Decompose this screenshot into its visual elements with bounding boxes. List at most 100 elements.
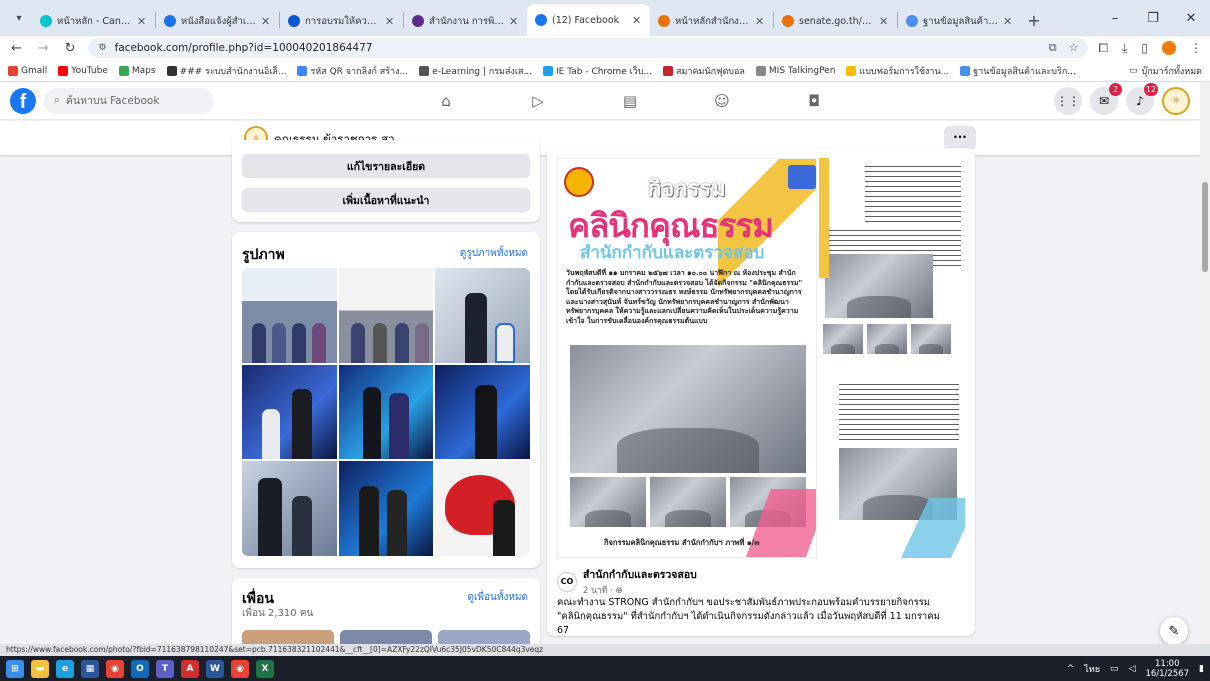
photo-thumbnail[interactable] — [338, 364, 434, 460]
bookmark-favicon-icon — [755, 65, 766, 76]
browser-tab[interactable]: หน้าหลักสำนักงาน ✕ — [650, 6, 773, 36]
browser-tab[interactable]: หน้าหลัก - Canva ✕ — [32, 6, 155, 36]
new-tab-button[interactable]: + — [1021, 6, 1047, 34]
windows-start-icon[interactable]: ⊞ — [6, 659, 24, 678]
menu-grid-icon[interactable]: ⋮⋮ — [1054, 86, 1082, 115]
chrome-2-icon[interactable]: ◉ — [231, 659, 249, 678]
network-icon[interactable]: ▭ — [1110, 664, 1119, 674]
groups-icon[interactable]: ☺ — [676, 82, 768, 120]
browser-tab[interactable]: หนังสือแจ้งผู้สำเร็จ ✕ — [156, 6, 279, 36]
bookmark-item[interactable]: สมาคมนักฟุตบอล — [663, 64, 745, 78]
download-icon[interactable]: ⤓ — [1122, 41, 1127, 56]
file-explorer-icon[interactable]: ▬ — [31, 659, 49, 678]
friend-thumbnail[interactable] — [340, 630, 432, 644]
address-bar[interactable]: ⚙ facebook.com/profile.php?id=1000402018… — [88, 38, 1089, 58]
bookmark-item[interactable]: Maps — [118, 65, 156, 76]
sidepanel-icon[interactable]: ▯ — [1141, 41, 1148, 55]
compose-edit-icon[interactable]: ✎ — [1160, 617, 1188, 645]
banner-body: วันพฤหัสบดีที่ ๑๑ มกราคม ๒๕๖๗ เวลา ๑๐.๐๐… — [566, 269, 803, 325]
account-avatar[interactable]: ☼ — [1162, 86, 1190, 115]
store-icon[interactable]: ▦ — [81, 659, 99, 678]
bookmark-item[interactable]: MIS TalkingPen — [755, 65, 835, 76]
facebook-logo-icon[interactable]: f — [10, 87, 36, 114]
photo-thumbnail[interactable] — [435, 268, 530, 363]
bookmark-item[interactable]: IE Tab - Chrome เว็บ... — [543, 64, 652, 78]
chrome-profile-avatar[interactable] — [1162, 41, 1177, 55]
facebook-search-input[interactable]: ⌕ ค้นหาบน Facebook — [44, 87, 214, 114]
photo-thumbnail[interactable] — [242, 268, 337, 363]
clock[interactable]: 11:00 16/1/2567 — [1145, 659, 1189, 679]
page-scrollbar[interactable] — [1200, 82, 1210, 644]
add-featured-button[interactable]: เพิ่มเนื้อหาที่แนะนำ — [242, 188, 530, 212]
edge-icon[interactable]: e — [56, 659, 74, 678]
post-image-side[interactable] — [819, 158, 965, 558]
tray-chevron-icon[interactable]: ^ — [1067, 664, 1075, 674]
volume-icon[interactable]: ◁ — [1129, 664, 1136, 674]
marketplace-icon[interactable]: ▤ — [584, 82, 676, 120]
photo-thumbnail[interactable] — [242, 461, 337, 556]
back-icon[interactable]: ← — [8, 41, 25, 56]
teams-icon[interactable]: T — [156, 659, 174, 678]
site-info-icon[interactable]: ⚙ — [98, 43, 106, 53]
tab-close-icon[interactable]: ✕ — [1003, 15, 1013, 28]
cast-icon[interactable]: ⧉ — [1049, 41, 1057, 55]
word-icon[interactable]: W — [206, 659, 224, 678]
messenger-icon[interactable]: ✉ 2 — [1090, 82, 1122, 115]
gaming-icon[interactable]: ◘ — [768, 82, 860, 120]
tab-close-icon[interactable]: ✕ — [632, 14, 642, 27]
tab-close-icon[interactable]: ✕ — [755, 15, 765, 28]
post-time[interactable]: 2 นาที · ⊕ — [583, 583, 697, 597]
photo-thumbnail[interactable] — [435, 461, 530, 556]
profile-more-button[interactable]: ··· — [944, 126, 976, 150]
bookmark-item[interactable]: ฐานข้อมูลสินค้าและบริก... — [960, 64, 1076, 78]
bookmark-item[interactable]: YouTube — [58, 65, 108, 76]
photo-thumbnail[interactable] — [435, 364, 530, 460]
bookmark-item[interactable]: Gmail — [8, 65, 47, 76]
chrome-icon[interactable]: ◉ — [106, 659, 124, 678]
browser-tab[interactable]: (12) Facebook ✕ — [527, 4, 650, 36]
browser-tab[interactable]: senate.go.th/view/351/ ✕ — [774, 6, 897, 36]
bookmark-item[interactable]: ### ระบบสำนักงานอิเล็... — [166, 64, 286, 78]
bookmark-item[interactable]: e-Learning | กรมส่งเส... — [419, 64, 532, 78]
photo-thumbnail[interactable] — [338, 268, 434, 363]
home-icon[interactable]: ⌂ — [400, 82, 492, 120]
tab-close-icon[interactable]: ✕ — [261, 15, 271, 28]
excel-icon[interactable]: X — [256, 659, 274, 678]
friend-thumbnail[interactable] — [242, 630, 334, 644]
author-name[interactable]: สำนักกำกับและตรวจสอบ — [583, 566, 697, 583]
language-indicator[interactable]: ไทย — [1084, 662, 1100, 676]
see-all-friends-link[interactable]: ดูเพื่อนทั้งหมด — [468, 590, 529, 605]
see-all-photos-link[interactable]: ดูรูปภาพทั้งหมด — [460, 246, 528, 261]
bookmark-item[interactable]: รหัส QR จากลิงก์ สร้าง... — [297, 64, 408, 78]
edit-details-button[interactable]: แก้ไขรายละเอียด — [242, 154, 530, 178]
browser-tab[interactable]: สำนักงาน การพิเศษ ✕ — [404, 6, 527, 36]
browser-tab[interactable]: ฐานข้อมูลสินค้าและบริการ ✕ — [898, 6, 1021, 36]
photo-thumbnail[interactable] — [242, 364, 337, 460]
extensions-icon[interactable]: ⧠ — [1098, 41, 1108, 56]
tab-close-icon[interactable]: ✕ — [509, 15, 519, 28]
post-image-main[interactable]: กิจกรรม คลินิกคุณธรรม สำนักกำกับและตรวจส… — [557, 158, 817, 558]
author-logo-icon[interactable]: CO — [557, 571, 577, 592]
bookmark-star-icon[interactable]: ☆ — [1069, 41, 1079, 55]
all-bookmarks-folder[interactable]: ▭ บุ๊กมาร์กทั้งหมด — [1129, 64, 1202, 78]
video-icon[interactable]: ▷ — [492, 82, 584, 120]
tab-close-icon[interactable]: ✕ — [879, 15, 889, 28]
restore-icon[interactable]: ❐ — [1134, 11, 1172, 26]
notification-center-icon[interactable]: ▮ — [1199, 664, 1204, 674]
tab-close-icon[interactable]: ✕ — [137, 15, 147, 28]
bookmark-item[interactable]: แบบฟอร์มการใช้งาน... — [846, 64, 949, 78]
outlook-icon[interactable]: O — [131, 659, 149, 678]
scrollbar-thumb[interactable] — [1202, 182, 1208, 272]
tab-search-icon[interactable]: ▾ — [6, 4, 32, 32]
friend-thumbnail[interactable] — [438, 630, 530, 644]
minimize-icon[interactable]: – — [1096, 11, 1134, 26]
tab-close-icon[interactable]: ✕ — [385, 15, 395, 28]
close-window-icon[interactable]: ✕ — [1172, 11, 1210, 26]
notifications-bell-icon[interactable]: ♪ 12 — [1126, 82, 1158, 115]
forward-icon[interactable]: → — [35, 41, 52, 56]
photo-thumbnail[interactable] — [338, 461, 434, 556]
acrobat-icon[interactable]: A — [181, 659, 199, 678]
reload-icon[interactable]: ↻ — [62, 41, 79, 56]
chrome-menu-icon[interactable]: ⋮ — [1190, 41, 1202, 55]
browser-tab[interactable]: การอบรมให้ความรู้ ✕ — [280, 6, 403, 36]
